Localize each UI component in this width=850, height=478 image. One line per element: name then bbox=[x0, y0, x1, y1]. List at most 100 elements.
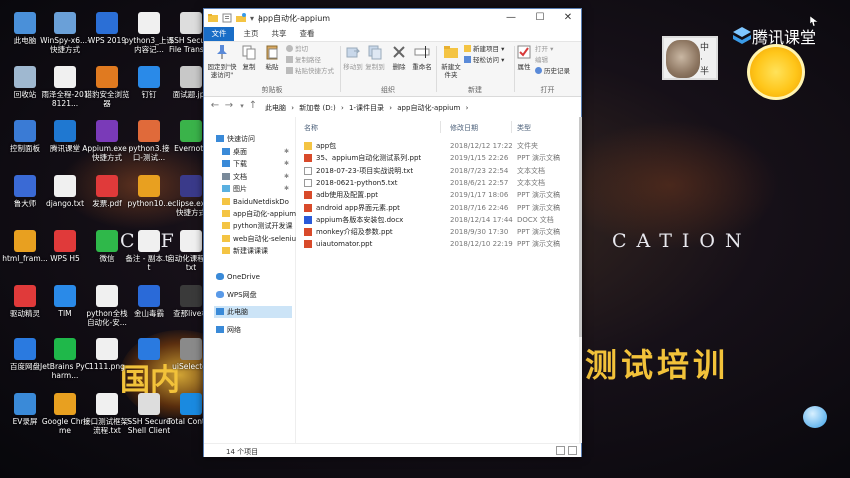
nav-onedrive[interactable]: OneDrive bbox=[216, 271, 260, 283]
teacher-avatar: 中 · 半 bbox=[662, 36, 718, 80]
back-arrow-icon[interactable]: ← bbox=[210, 101, 220, 111]
column-separator[interactable] bbox=[511, 121, 512, 133]
file-row[interactable]: app包 2018/12/12 17:22 文件夹 bbox=[304, 140, 574, 152]
nav-item[interactable]: 桌面 ✱ bbox=[222, 146, 296, 158]
pinned-icon[interactable]: ✱ bbox=[284, 158, 289, 170]
app-icon bbox=[14, 393, 36, 415]
move-to-button[interactable]: 移动到 bbox=[343, 44, 363, 71]
file-row[interactable]: uiautomator.ppt 2018/12/10 22:19 PPT 演示文稿 bbox=[304, 238, 574, 250]
folder-icon bbox=[222, 185, 230, 193]
quick-access-toolbar: ▾ | bbox=[208, 12, 261, 24]
column-header-type[interactable]: 类型 bbox=[517, 123, 531, 133]
nav-network[interactable]: 网络 bbox=[216, 324, 241, 336]
cat-picture bbox=[666, 40, 700, 78]
properties-icon[interactable] bbox=[222, 13, 232, 23]
new-item-button[interactable]: 新建项目 ▾ bbox=[464, 45, 504, 54]
tab-file[interactable]: 文件 bbox=[204, 27, 234, 41]
customize-toolbar-icon[interactable]: ▾ bbox=[250, 14, 254, 23]
history-label: 历史记录 bbox=[544, 67, 570, 75]
rename-button[interactable]: 重命名 bbox=[411, 44, 433, 71]
column-separator[interactable] bbox=[440, 121, 441, 133]
pinned-icon[interactable]: ✱ bbox=[284, 146, 289, 158]
copy-path-button[interactable]: 复制路径 bbox=[286, 56, 321, 65]
file-name: app包 bbox=[316, 142, 337, 150]
column-header-name[interactable]: 名称 bbox=[304, 123, 318, 133]
tab-share[interactable]: 共享 bbox=[268, 27, 290, 41]
crumb-drive-d[interactable]: 新加卷 (D:) bbox=[299, 104, 335, 112]
app-icon bbox=[138, 393, 160, 415]
floating-ball-icon[interactable] bbox=[803, 406, 827, 428]
details-view-icon[interactable] bbox=[556, 446, 565, 455]
crumb-this-pc[interactable]: 此电脑 bbox=[265, 104, 286, 112]
file-row[interactable]: adb使用及配置.ppt 2019/1/17 18:06 PPT 演示文稿 bbox=[304, 189, 574, 201]
file-name: 2018-0621-python5.txt bbox=[316, 178, 398, 187]
app-icon bbox=[180, 285, 202, 307]
nav-item[interactable]: BaiduNetdiskDo bbox=[222, 196, 296, 208]
cut-label: 剪切 bbox=[295, 45, 308, 53]
properties-button[interactable]: 属性 bbox=[516, 44, 532, 71]
scrollbar[interactable] bbox=[579, 117, 582, 443]
file-type: PPT 演示文稿 bbox=[517, 203, 560, 212]
new-folder-icon[interactable] bbox=[236, 13, 246, 23]
tab-home[interactable]: 主页 bbox=[240, 27, 262, 41]
app-icon bbox=[96, 175, 118, 197]
pin-to-quick-access-button[interactable]: 固定到"快速访问" bbox=[206, 44, 238, 79]
ppt-file-icon bbox=[304, 228, 312, 237]
app-icon bbox=[14, 120, 36, 142]
copy-label: 复制 bbox=[242, 63, 256, 71]
copy-to-button[interactable]: 复制到 bbox=[365, 44, 385, 71]
open-button[interactable]: 打开 ▾ bbox=[535, 45, 553, 54]
up-arrow-icon[interactable]: ↑ bbox=[248, 101, 258, 111]
easy-access-button[interactable]: 轻松访问 ▾ bbox=[464, 56, 504, 65]
app-icon bbox=[180, 230, 202, 252]
file-row[interactable]: 2018-0621-python5.txt 2018/6/21 22:57 文本文档 bbox=[304, 177, 574, 189]
copy-button[interactable]: 复制 bbox=[240, 44, 258, 71]
app-icon bbox=[96, 338, 118, 360]
nav-item[interactable]: web自动化-seleniu bbox=[222, 233, 296, 245]
forward-arrow-icon[interactable]: → bbox=[224, 101, 234, 111]
scrollbar-thumb[interactable] bbox=[579, 117, 582, 337]
file-row[interactable]: android app界面元素.ppt 2018/7/16 22:46 PPT 演示… bbox=[304, 202, 574, 214]
nav-item-label: python测试开发课 bbox=[233, 222, 293, 231]
nav-this-pc[interactable]: 此电脑 bbox=[214, 306, 292, 318]
recent-locations-icon[interactable]: ▾ bbox=[237, 101, 247, 111]
pinned-icon[interactable]: ✱ bbox=[284, 183, 289, 195]
column-header-date[interactable]: 修改日期 bbox=[450, 123, 478, 133]
edit-button[interactable]: 编辑 bbox=[535, 56, 548, 65]
paste-icon bbox=[266, 45, 278, 60]
copy-to-label: 复制到 bbox=[365, 63, 385, 71]
nav-item[interactable]: 新建课课课 bbox=[222, 245, 296, 257]
cut-button[interactable]: 剪切 bbox=[286, 45, 308, 54]
close-button[interactable]: ✕ bbox=[554, 9, 582, 27]
delete-button[interactable]: 删除 bbox=[390, 44, 408, 71]
app-icon bbox=[180, 66, 202, 88]
file-row[interactable]: 2018-07-23-项目实战说明.txt 2018/7/23 22:54 文本文档 bbox=[304, 165, 574, 177]
crumb-course-folder[interactable]: 1-课件目录 bbox=[349, 104, 384, 112]
paste-shortcut-button[interactable]: 粘贴快捷方式 bbox=[286, 67, 334, 76]
file-type: 文本文档 bbox=[517, 166, 545, 175]
file-row[interactable]: monkey介绍及参数.ppt 2018/9/30 17:30 PPT 演示文稿 bbox=[304, 226, 574, 238]
nav-item[interactable]: app自动化-appium bbox=[222, 208, 296, 220]
history-button[interactable]: 历史记录 bbox=[535, 67, 570, 76]
tab-view[interactable]: 查看 bbox=[296, 27, 318, 41]
window-title: app自动化-appium bbox=[258, 14, 331, 23]
nav-quick-access[interactable]: 快速访问 bbox=[216, 133, 255, 145]
file-date: 2018/12/10 22:19 bbox=[450, 240, 513, 249]
nav-item[interactable]: 文档 ✱ bbox=[222, 171, 296, 183]
minimize-button[interactable]: — bbox=[497, 9, 525, 27]
breadcrumb[interactable]: 此电脑 › 新加卷 (D:) › 1-课件目录 › app自动化-appium … bbox=[265, 103, 471, 113]
pinned-icon[interactable]: ✱ bbox=[284, 171, 289, 183]
file-row[interactable]: 35、appium自动化测试系列.ppt 2019/1/15 22:26 PPT 演… bbox=[304, 152, 574, 164]
clipboard-group-label: 剪贴板 bbox=[261, 86, 283, 94]
maximize-button[interactable]: ☐ bbox=[526, 9, 554, 27]
paste-button[interactable]: 粘贴 bbox=[262, 44, 282, 71]
nav-item[interactable]: 图片 ✱ bbox=[222, 183, 296, 195]
large-icons-view-icon[interactable] bbox=[568, 446, 577, 455]
new-folder-button[interactable]: 新建文件夹 bbox=[439, 44, 463, 79]
crumb-current-folder[interactable]: app自动化-appium bbox=[397, 104, 460, 112]
nav-wps-drive[interactable]: WPS网盘 bbox=[216, 289, 257, 301]
nav-item[interactable]: 下载 ✱ bbox=[222, 158, 296, 170]
file-date: 2018/6/21 22:57 bbox=[450, 178, 509, 187]
nav-item[interactable]: python测试开发课 bbox=[222, 220, 296, 232]
file-row[interactable]: appium各版本安装包.docx 2018/12/14 17:44 DOCX 文档 bbox=[304, 214, 574, 226]
